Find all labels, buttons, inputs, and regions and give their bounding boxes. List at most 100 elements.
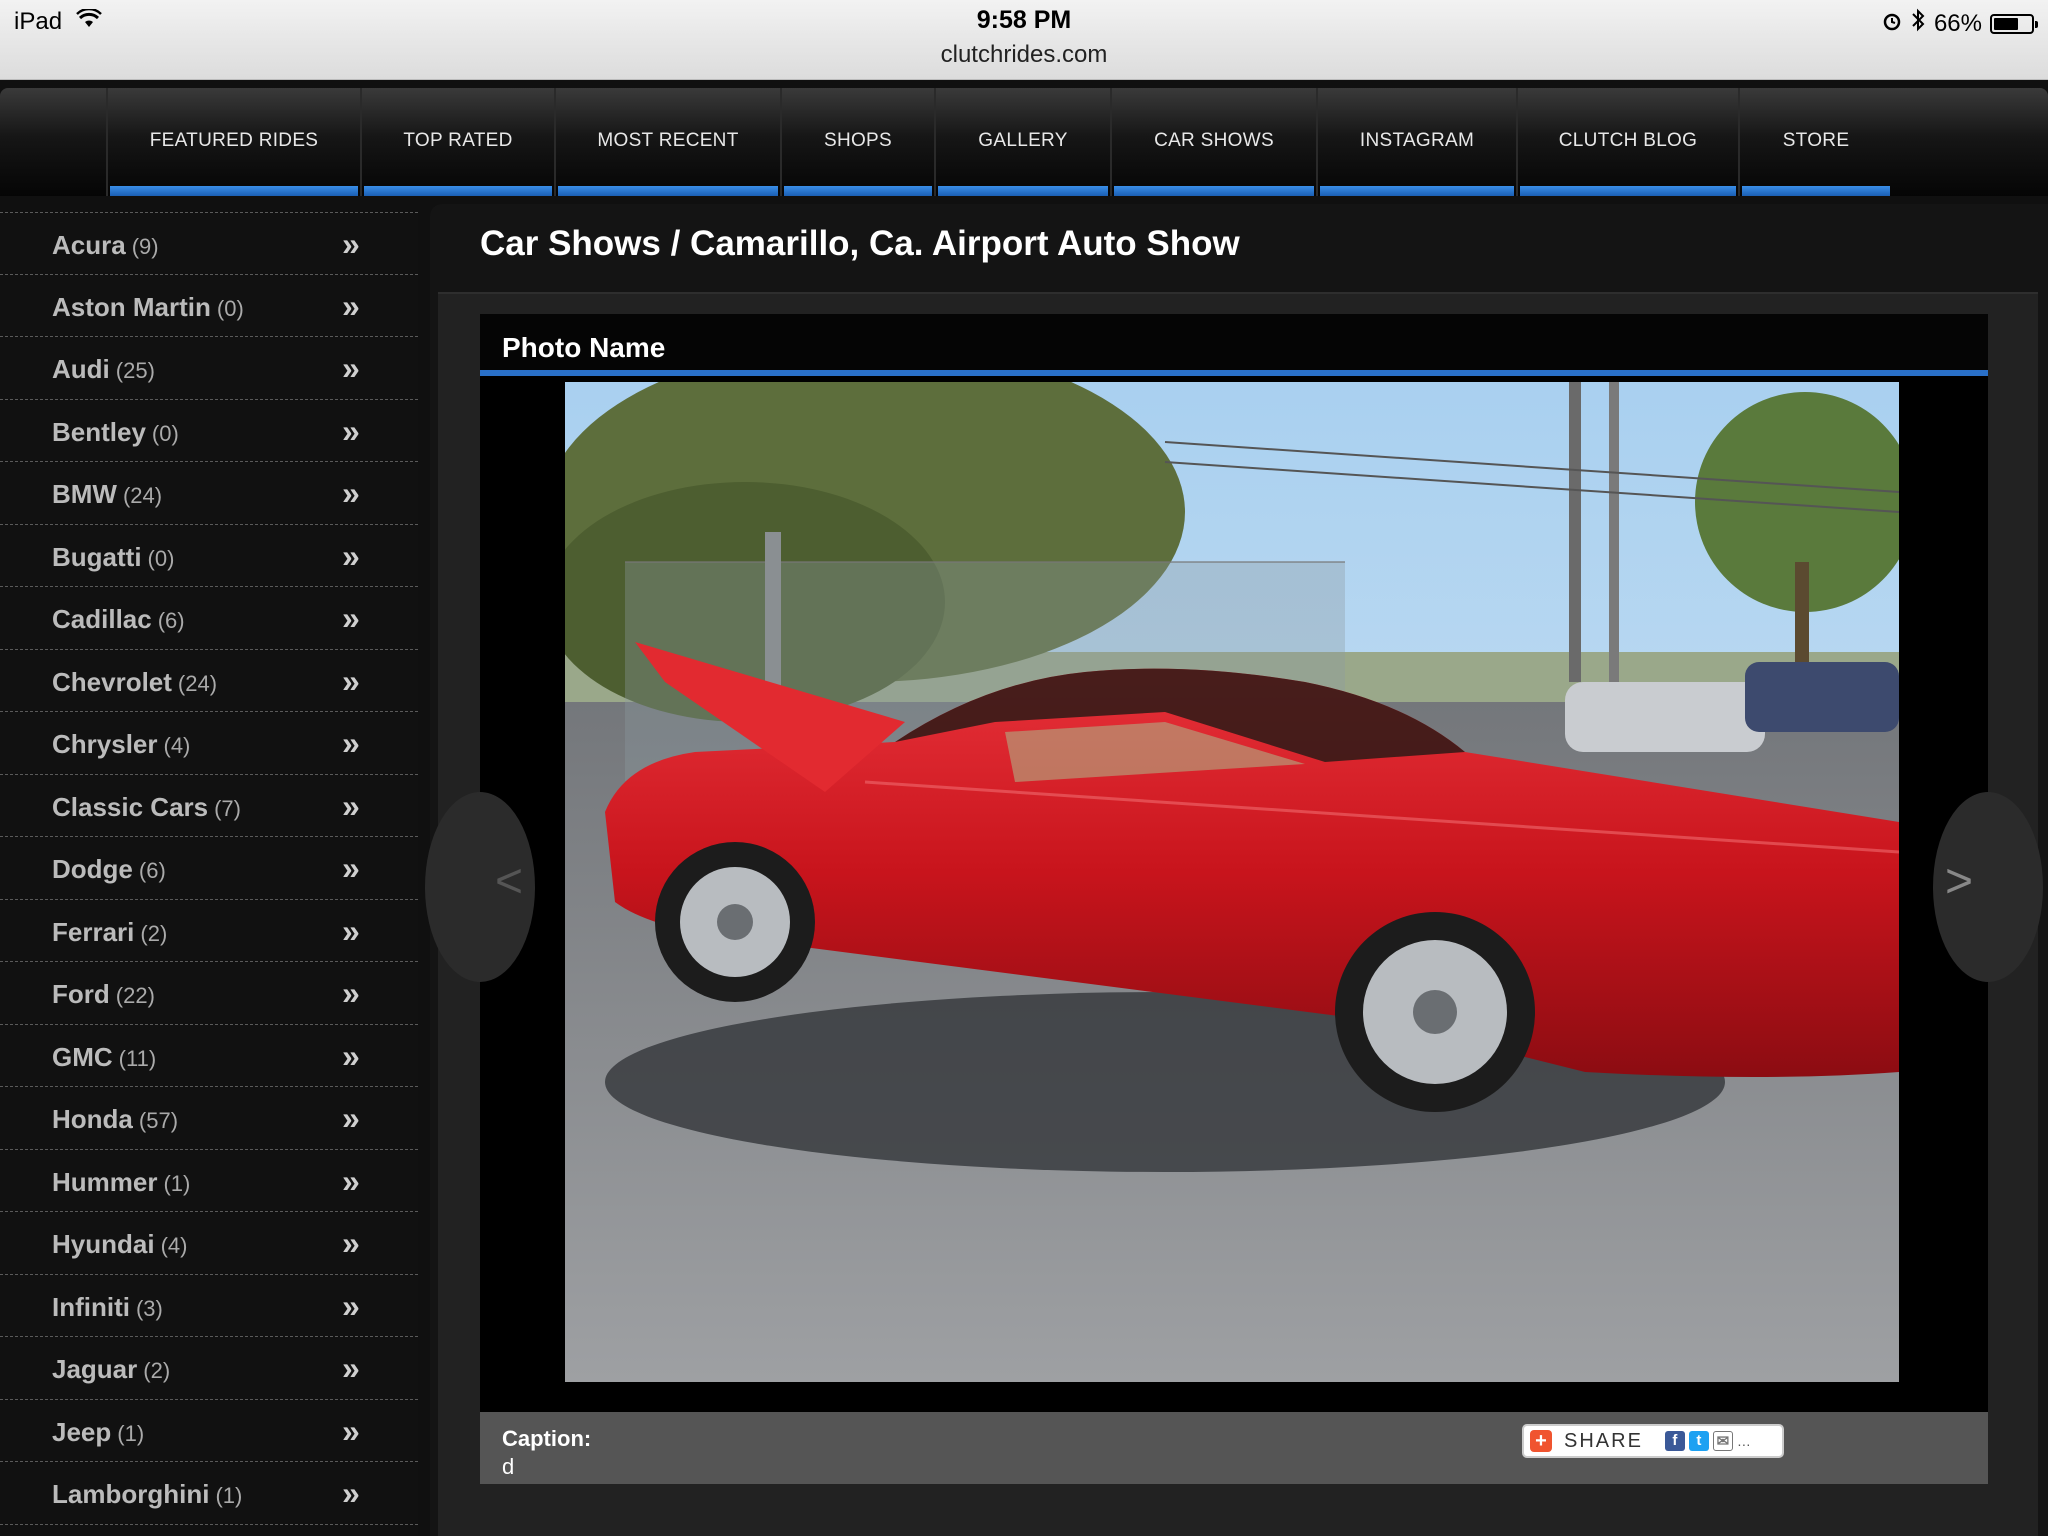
twitter-icon[interactable]: t xyxy=(1688,1431,1709,1451)
double-chevron-right-icon: » xyxy=(342,850,360,886)
make-count: (25) xyxy=(115,358,155,383)
nav-label: CAR SHOWS xyxy=(1154,130,1274,151)
make-name: Chrysler xyxy=(52,729,158,759)
sidebar-item-label: Dodge (6) xyxy=(52,854,166,885)
make-name: Bentley xyxy=(52,416,146,447)
more-icon[interactable]: … xyxy=(1737,1433,1751,1449)
make-count: (2) xyxy=(143,1358,171,1383)
sidebar-item[interactable]: Jeep (1) » xyxy=(0,1400,418,1462)
main-panel: Car Shows / Camarillo, Ca. Airport Auto … xyxy=(425,204,2048,1536)
caption-bar: Caption: d + SHARE f t ✉ … xyxy=(480,1412,1988,1484)
sidebar-item[interactable]: Chrysler (4) » xyxy=(0,712,418,775)
double-chevron-right-icon: » xyxy=(342,1162,360,1199)
sidebar-item[interactable]: Cadillac (6) » xyxy=(0,587,418,650)
nav-store[interactable]: STORE xyxy=(1738,88,1892,196)
next-photo-button[interactable]: > xyxy=(1933,792,2043,982)
sidebar-item[interactable]: Acura (9) » xyxy=(0,212,418,275)
sidebar-item[interactable]: Bugatti (0) » xyxy=(0,525,418,587)
make-name: Hummer xyxy=(52,1166,158,1197)
bluetooth-icon xyxy=(1910,8,1926,39)
sidebar-item[interactable]: Chevrolet (24) » xyxy=(0,650,418,712)
sidebar-item-label: Lamborghini (1) xyxy=(52,1479,242,1510)
sidebar-item[interactable]: Honda (57) » xyxy=(0,1087,418,1150)
nav-instagram[interactable]: INSTAGRAM xyxy=(1316,88,1516,196)
sidebar-item[interactable]: Bentley (0) » xyxy=(0,400,418,462)
make-name: Classic Cars xyxy=(52,791,209,822)
sidebar-item[interactable]: Aston Martin (0) » xyxy=(0,275,418,337)
alarm-icon xyxy=(1882,10,1902,38)
prev-photo-button[interactable]: < xyxy=(425,792,535,982)
plus-icon: + xyxy=(1530,1430,1552,1452)
double-chevron-right-icon: » xyxy=(342,725,360,761)
caption-text: d xyxy=(502,1454,515,1479)
make-count: (24) xyxy=(177,670,218,696)
sidebar-item-label: Infiniti (3) xyxy=(52,1292,163,1323)
sidebar-item[interactable]: Infiniti (3) » xyxy=(0,1275,418,1337)
make-name: Bugatti xyxy=(52,541,142,572)
sidebar-item-label: Chrysler (4) xyxy=(52,729,190,760)
sidebar-item-label: Bentley (0) xyxy=(52,417,179,448)
ios-status-bar: iPad 9:58 PM clutchrides.com 66% xyxy=(0,0,2048,80)
make-name: Cadillac xyxy=(52,604,152,634)
sidebar-item[interactable]: Jaguar (2) » xyxy=(0,1337,418,1400)
double-chevron-right-icon: » xyxy=(342,537,360,574)
sidebar-item[interactable]: Classic Cars (7) » xyxy=(0,775,418,837)
make-count: (6) xyxy=(138,858,166,883)
photo-name: Photo Name xyxy=(502,332,666,363)
sidebar-item-label: Hyundai (4) xyxy=(52,1229,187,1260)
make-count: (2) xyxy=(140,920,168,946)
sidebar-item[interactable]: Hummer (1) » xyxy=(0,1150,418,1212)
sidebar-item[interactable]: Audi (25) » xyxy=(0,337,418,400)
make-name: Dodge xyxy=(52,854,133,884)
make-count: (4) xyxy=(163,733,191,758)
make-name: Hyundai xyxy=(52,1229,155,1259)
double-chevron-right-icon: » xyxy=(342,1475,360,1511)
nav-shops[interactable]: SHOPS xyxy=(780,88,934,196)
sidebar-item[interactable]: Ford (22) » xyxy=(0,962,418,1025)
nav-label: GALLERY xyxy=(978,130,1068,151)
make-name: Honda xyxy=(52,1104,133,1134)
double-chevron-right-icon: » xyxy=(342,1037,360,1074)
make-name: Infiniti xyxy=(52,1291,130,1322)
caption-label: Caption: xyxy=(502,1426,592,1451)
double-chevron-right-icon: » xyxy=(342,1225,360,1261)
nav-label: CLUTCH BLOG xyxy=(1558,130,1698,151)
nav-top-rated[interactable]: TOP RATED xyxy=(360,88,554,196)
sidebar-item[interactable]: Lamborghini (1) » xyxy=(0,1462,418,1525)
sidebar-item-label: Cadillac (6) xyxy=(52,604,185,635)
make-count: (57) xyxy=(138,1108,179,1133)
email-icon[interactable]: ✉ xyxy=(1712,1431,1733,1451)
nav-label: MOST RECENT xyxy=(597,130,739,151)
share-button[interactable]: + SHARE f t ✉ … xyxy=(1522,1424,1784,1458)
sidebar-item-label: Hummer (1) xyxy=(52,1167,190,1198)
sidebar-item[interactable]: Hyundai (4) » xyxy=(0,1212,418,1275)
sidebar-item[interactable]: GMC (11) » xyxy=(0,1025,418,1087)
photo-area: < > xyxy=(425,382,2043,1382)
facebook-icon[interactable]: f xyxy=(1664,1431,1685,1451)
photo-header: Photo Name xyxy=(480,314,1988,376)
chevron-right-icon: > xyxy=(1945,855,1974,908)
photo-viewer: Photo Name < > Caption: d + SHARE f t ✉ … xyxy=(425,314,2043,1484)
make-count: (0) xyxy=(147,545,175,571)
make-count: (0) xyxy=(216,295,244,321)
chevron-left-icon: < xyxy=(494,855,523,908)
nav-gallery[interactable]: GALLERY xyxy=(934,88,1110,196)
main-nav: FEATURED RIDES TOP RATED MOST RECENT SHO… xyxy=(0,88,2048,196)
double-chevron-right-icon: » xyxy=(342,912,360,949)
double-chevron-right-icon: » xyxy=(342,475,360,511)
nav-label: FEATURED RIDES xyxy=(149,130,319,151)
sidebar-item[interactable]: BMW (24) » xyxy=(0,462,418,525)
url-bar[interactable]: clutchrides.com xyxy=(0,41,2048,69)
clock: 9:58 PM xyxy=(976,6,1072,34)
nav-clutch-blog[interactable]: CLUTCH BLOG xyxy=(1516,88,1738,196)
sidebar-item-label: Acura (9) xyxy=(52,230,159,261)
nav-most-recent[interactable]: MOST RECENT xyxy=(554,88,780,196)
make-count: (1) xyxy=(163,1170,191,1196)
nav-featured-rides[interactable]: FEATURED RIDES xyxy=(106,88,360,196)
make-count: (22) xyxy=(115,983,155,1008)
sidebar-item-label: Classic Cars (7) xyxy=(52,792,241,823)
sidebar-item[interactable]: Ferrari (2) » xyxy=(0,900,418,962)
sidebar-item-label: Honda (57) xyxy=(52,1104,178,1135)
nav-car-shows[interactable]: CAR SHOWS xyxy=(1110,88,1316,196)
sidebar-item[interactable]: Dodge (6) » xyxy=(0,837,418,900)
